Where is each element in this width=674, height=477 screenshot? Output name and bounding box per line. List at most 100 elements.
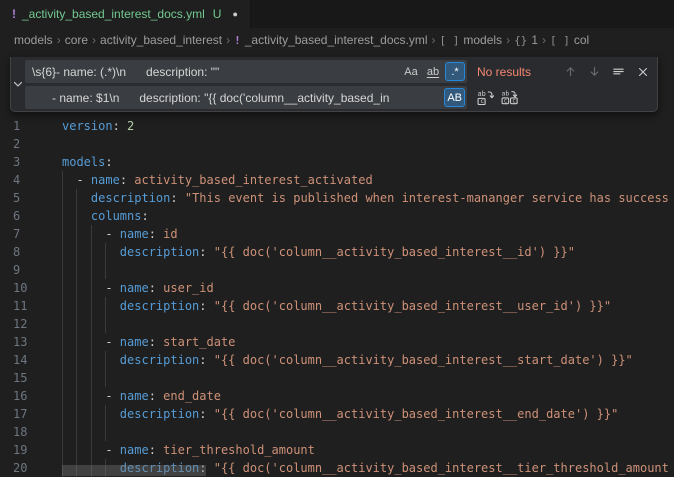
indent-guide [76, 189, 77, 207]
line-number[interactable]: 18 [13, 423, 27, 441]
indent-guide [91, 261, 92, 279]
line-number[interactable]: 11 [13, 297, 27, 315]
indent-guide [91, 243, 92, 261]
indent-guide [62, 387, 63, 405]
breadcrumb-item[interactable]: !_activity_based_interest_docs.yml [234, 33, 427, 47]
find-options: Aa ab .* [399, 60, 465, 83]
breadcrumb-item[interactable]: [ ]models [440, 33, 503, 47]
code-line-content[interactable] [62, 261, 674, 279]
code-line-content[interactable] [62, 135, 674, 153]
indent-guide [105, 369, 106, 387]
preserve-case-button[interactable]: AB [444, 88, 465, 107]
arrow-up-icon [563, 64, 578, 79]
editor[interactable]: \s{6}- name: (.*)\n description: "" Aa a… [0, 52, 674, 477]
breadcrumb-label: 1 [531, 33, 538, 47]
line-number[interactable]: 1 [13, 117, 20, 135]
unsaved-changes-dot[interactable]: ● [232, 10, 237, 19]
code-line-content[interactable]: columns: [62, 207, 674, 225]
breadcrumb-separator-icon: › [502, 33, 514, 47]
line-number[interactable]: 3 [13, 153, 20, 171]
yaml-file-icon: ! [12, 7, 16, 21]
line-number[interactable]: 13 [13, 333, 27, 351]
line-number[interactable]: 17 [13, 405, 27, 423]
find-input[interactable]: \s{6}- name: (.*)\n description: "" Aa a… [25, 60, 467, 83]
line-number[interactable]: 2 [13, 135, 20, 153]
next-match-button[interactable] [584, 61, 605, 82]
code-line-content[interactable]: description: "{{ doc('column__activity_b… [62, 243, 674, 261]
breadcrumb-separator-icon: › [538, 33, 550, 47]
line-number[interactable]: 16 [13, 387, 27, 405]
line-number[interactable]: 9 [13, 261, 20, 279]
code-line-content[interactable]: description: "{{ doc('column__activity_b… [62, 405, 674, 423]
breadcrumb-separator-icon: › [53, 33, 65, 47]
replace-input[interactable]: - name: $1\n description: "{{ doc('colum… [25, 86, 467, 109]
indent-guide [76, 243, 77, 261]
indent-guide [62, 441, 63, 459]
line-number[interactable]: 19 [13, 441, 27, 459]
horizontal-scrollbar-thumb[interactable] [62, 465, 206, 476]
whole-word-button[interactable]: ab [423, 62, 443, 81]
breadcrumb-label: col [574, 33, 589, 47]
code-line: 11 description: "{{ doc('column__activit… [0, 297, 674, 315]
code-line-content[interactable]: - name: activity_based_interest_activate… [62, 171, 674, 189]
code-line: 14 description: "{{ doc('column__activit… [0, 351, 674, 369]
breadcrumb-item[interactable]: {}1 [514, 33, 538, 47]
indent-guide [76, 333, 77, 351]
code-line-content[interactable] [62, 423, 674, 441]
close-find-widget-button[interactable] [632, 61, 653, 82]
find-results-count: No results [477, 65, 557, 79]
breadcrumb-item[interactable]: [ ] col [550, 33, 589, 47]
replace-options: AB [442, 86, 465, 109]
line-number[interactable]: 6 [13, 207, 20, 225]
line-number[interactable]: 14 [13, 351, 27, 369]
code-line-content[interactable]: - name: start_date [62, 333, 674, 351]
replace-all-icon: ab c c [501, 89, 518, 106]
indent-guide [62, 243, 63, 261]
code-line-content[interactable]: - name: tier_threshold_amount [62, 441, 674, 459]
code-line: 2 [0, 135, 674, 153]
code-line-content[interactable]: - name: id [62, 225, 674, 243]
replace-all-button[interactable]: ab c c [499, 87, 520, 108]
code-area[interactable]: 1 version: 2 23 models: 4 - name: activity_b… [0, 117, 674, 477]
indent-guide [91, 351, 92, 369]
code-line: 8 description: "{{ doc('column__activity… [0, 243, 674, 261]
indent-guide [76, 351, 77, 369]
line-number[interactable]: 7 [13, 225, 20, 243]
regex-button[interactable]: .* [445, 62, 465, 81]
indent-guide [105, 243, 106, 261]
code-line-content[interactable]: description: "This event is published wh… [62, 189, 674, 207]
previous-match-button[interactable] [560, 61, 581, 82]
editor-tab[interactable]: ! _activity_based_interest_docs.yml U ● [0, 0, 251, 28]
indent-guide [91, 369, 92, 387]
code-line-content[interactable]: models: [62, 153, 674, 171]
indent-guide [91, 315, 92, 333]
line-number[interactable]: 8 [13, 243, 20, 261]
symbol-array-icon: [ ] [550, 34, 570, 47]
code-line-content[interactable]: description: "{{ doc('column__activity_b… [62, 297, 674, 315]
code-line-content[interactable]: version: 2 [62, 117, 674, 135]
line-number[interactable]: 12 [13, 315, 27, 333]
indent-guide [62, 351, 63, 369]
code-line-content[interactable]: - name: user_id [62, 279, 674, 297]
line-number[interactable]: 4 [13, 171, 20, 189]
toggle-replace-button[interactable] [11, 57, 25, 111]
replace-button[interactable]: ab c [475, 87, 496, 108]
breadcrumb-item[interactable]: activity_based_interest [100, 33, 222, 47]
find-in-selection-button[interactable] [608, 61, 629, 82]
code-line: 19 - name: tier_threshold_amount [0, 441, 674, 459]
breadcrumb-item[interactable]: core [65, 33, 88, 47]
line-number[interactable]: 10 [13, 279, 27, 297]
breadcrumb-item[interactable]: models [14, 33, 53, 47]
arrow-down-icon [587, 64, 602, 79]
breadcrumb-label: core [65, 33, 88, 47]
match-case-button[interactable]: Aa [401, 62, 421, 81]
line-number[interactable]: 5 [13, 189, 20, 207]
code-line-content[interactable]: description: "{{ doc('column__activity_b… [62, 351, 674, 369]
code-line: 13 - name: start_date [0, 333, 674, 351]
line-number[interactable]: 20 [13, 459, 27, 477]
code-line: 18 [0, 423, 674, 441]
code-line-content[interactable]: - name: end_date [62, 387, 674, 405]
code-line-content[interactable] [62, 315, 674, 333]
code-line-content[interactable] [62, 369, 674, 387]
line-number[interactable]: 15 [13, 369, 27, 387]
